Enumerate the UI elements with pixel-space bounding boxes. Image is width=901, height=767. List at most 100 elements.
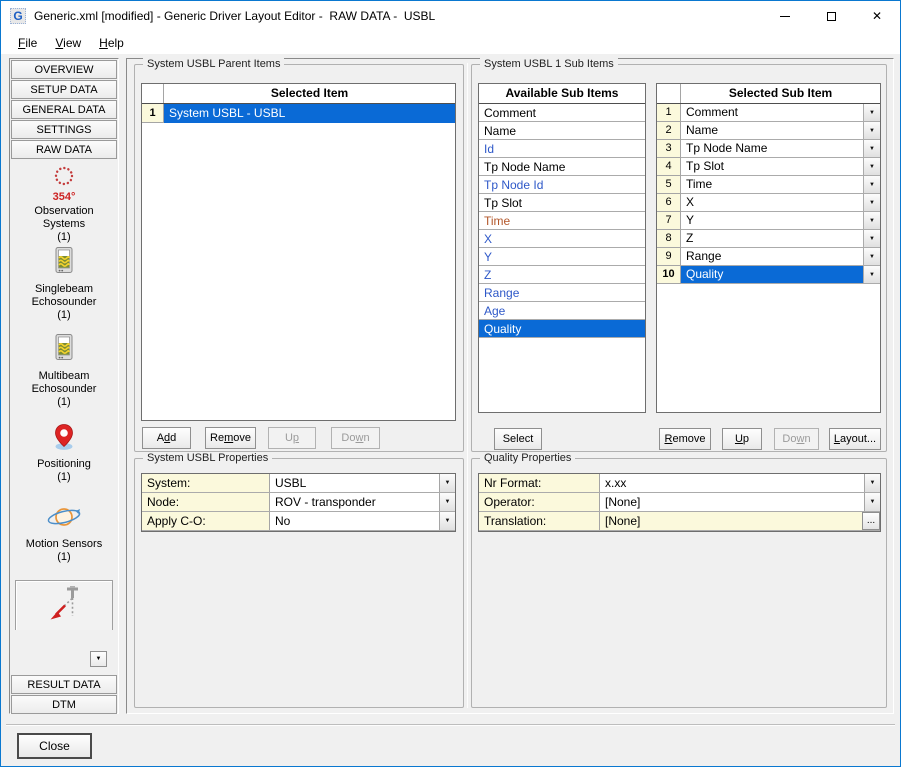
chevron-down-icon: ▼ <box>869 236 875 242</box>
property-row-operator[interactable]: Operator: [None] ▼ <box>479 493 880 512</box>
sidebar-tab-overview[interactable]: OVERVIEW <box>11 60 117 79</box>
chevron-down-icon: ▼ <box>869 128 875 134</box>
property-row-apply-co[interactable]: Apply C-O: No ▼ <box>142 512 455 531</box>
selected-sub-item-row[interactable]: 4 Tp Slot ▼ <box>657 158 880 176</box>
device-multibeam-echosounder[interactable]: Multibeam Echosounder (1) <box>11 325 117 413</box>
close-window-button[interactable]: ✕ <box>854 1 900 31</box>
motion-sensors-icon <box>46 518 82 535</box>
available-sub-item[interactable]: Age <box>479 302 645 320</box>
property-row-system[interactable]: System: USBL ▼ <box>142 474 455 493</box>
property-row-nr-format[interactable]: Nr Format: x.xx ▼ <box>479 474 880 493</box>
selected-sub-item-row[interactable]: 2 Name ▼ <box>657 122 880 140</box>
chevron-down-icon[interactable]: ▼ <box>439 493 455 511</box>
available-sub-item[interactable]: Name <box>479 122 645 140</box>
chevron-down-icon[interactable]: ▼ <box>864 493 880 511</box>
row-dropdown-button[interactable]: ▼ <box>863 212 880 230</box>
sidebar-tab-result-data[interactable]: RESULT DATA <box>11 675 117 694</box>
device-positioning[interactable]: Positioning (1) <box>11 413 117 493</box>
sidebar-tab-raw-data[interactable]: RAW DATA <box>11 140 117 159</box>
property-row-translation[interactable]: Translation: [None] ... <box>479 512 880 531</box>
device-observation-systems[interactable]: 354° Observation Systems (1) <box>11 160 117 240</box>
parent-items-group: System USBL Parent Items Selected Item 1… <box>134 64 464 452</box>
device-list-scroll-down-button[interactable]: ▼ <box>90 651 107 667</box>
selected-sub-item-row[interactable]: 6 X ▼ <box>657 194 880 212</box>
sidebar-tab-setup-data[interactable]: SETUP DATA <box>11 80 117 99</box>
close-icon: ✕ <box>872 9 882 23</box>
parent-up-button[interactable]: Up <box>268 427 316 449</box>
chevron-down-icon[interactable]: ▼ <box>439 512 455 530</box>
parent-add-button[interactable]: Add <box>142 427 191 449</box>
menu-help[interactable]: Help <box>90 34 133 52</box>
selected-sub-item-row[interactable]: 10 Quality ▼ <box>657 266 880 284</box>
sub-up-button[interactable]: Up <box>722 428 762 450</box>
available-sub-item[interactable]: Range <box>479 284 645 302</box>
maximize-button[interactable] <box>808 1 854 31</box>
row-dropdown-button[interactable]: ▼ <box>863 158 880 176</box>
device-singlebeam-echosounder[interactable]: Singlebeam Echosounder (1) <box>11 240 117 325</box>
system-dropdown[interactable]: USBL ▼ <box>270 474 455 492</box>
available-sub-item[interactable]: Tp Slot <box>479 194 645 212</box>
device-motion-sensors[interactable]: Motion Sensors (1) <box>11 493 117 580</box>
selected-sub-item-row[interactable]: 8 Z ▼ <box>657 230 880 248</box>
apply-co-dropdown[interactable]: No ▼ <box>270 512 455 530</box>
property-row-node[interactable]: Node: ROV - transponder ▼ <box>142 493 455 512</box>
selected-sub-item-row[interactable]: 1 Comment ▼ <box>657 104 880 122</box>
parent-remove-button[interactable]: Remove <box>205 427 256 449</box>
operator-dropdown[interactable]: [None] ▼ <box>600 493 880 511</box>
available-sub-item[interactable]: Comment <box>479 104 645 122</box>
close-button[interactable]: Close <box>17 733 92 759</box>
available-sub-items-list[interactable]: Available Sub Items Comment Name Id Tp N… <box>478 83 646 413</box>
selected-sub-item-row[interactable]: 5 Time ▼ <box>657 176 880 194</box>
select-button[interactable]: Select <box>494 428 542 450</box>
available-sub-item[interactable]: Time <box>479 212 645 230</box>
row-dropdown-button[interactable]: ▼ <box>863 104 880 122</box>
minimize-button[interactable] <box>762 1 808 31</box>
layout-button[interactable]: Layout... <box>829 428 881 450</box>
singlebeam-echosounder-icon <box>51 263 77 280</box>
available-sub-item[interactable]: X <box>479 230 645 248</box>
row-dropdown-button[interactable]: ▼ <box>863 248 880 266</box>
sidebar-tab-general-data[interactable]: GENERAL DATA <box>11 100 117 119</box>
chevron-down-icon: ▼ <box>869 164 875 170</box>
window-controls: ✕ <box>762 1 900 31</box>
chevron-down-icon: ▼ <box>869 272 875 278</box>
selected-sub-item-row[interactable]: 3 Tp Node Name ▼ <box>657 140 880 158</box>
sub-items-group: System USBL 1 Sub Items Available Sub It… <box>471 64 887 452</box>
system-usbl-properties-label: System USBL Properties <box>143 452 272 464</box>
available-sub-item[interactable]: Quality <box>479 320 645 338</box>
row-dropdown-button[interactable]: ▼ <box>863 140 880 158</box>
quality-properties-label: Quality Properties <box>480 452 575 464</box>
row-dropdown-button[interactable]: ▼ <box>863 176 880 194</box>
selected-sub-item-row[interactable]: 9 Range ▼ <box>657 248 880 266</box>
sidebar-tab-dtm[interactable]: DTM <box>11 695 117 714</box>
sub-remove-button[interactable]: Remove <box>659 428 711 450</box>
available-sub-item[interactable]: Tp Node Id <box>479 176 645 194</box>
nr-format-dropdown[interactable]: x.xx ▼ <box>600 474 880 492</box>
parent-item-row[interactable]: 1 System USBL - USBL <box>142 104 455 123</box>
parent-down-button[interactable]: Down <box>331 427 380 449</box>
row-dropdown-button[interactable]: ▼ <box>863 194 880 212</box>
translation-ellipsis-button[interactable]: ... <box>862 512 880 530</box>
available-sub-item[interactable]: Id <box>479 140 645 158</box>
menu-file[interactable]: File <box>9 34 46 52</box>
available-sub-item[interactable]: Y <box>479 248 645 266</box>
node-dropdown[interactable]: ROV - transponder ▼ <box>270 493 455 511</box>
quality-properties-group: Quality Properties Nr Format: x.xx ▼ Ope… <box>471 458 887 708</box>
available-sub-item[interactable]: Tp Node Name <box>479 158 645 176</box>
selected-sub-item-row[interactable]: 7 Y ▼ <box>657 212 880 230</box>
main-panel: System USBL Parent Items Selected Item 1… <box>126 58 894 714</box>
chevron-down-icon: ▼ <box>96 656 102 662</box>
selected-sub-items-table[interactable]: Selected Sub Item 1 Comment ▼ 2 Name ▼ 3… <box>656 83 881 413</box>
sidebar-tab-settings[interactable]: SETTINGS <box>11 120 117 139</box>
device-usbl[interactable]: USBL (1) <box>15 580 113 630</box>
chevron-down-icon[interactable]: ▼ <box>864 474 880 492</box>
chevron-down-icon[interactable]: ▼ <box>439 474 455 492</box>
parent-items-table[interactable]: Selected Item 1 System USBL - USBL <box>141 83 456 421</box>
menu-view[interactable]: View <box>46 34 90 52</box>
row-dropdown-button[interactable]: ▼ <box>863 230 880 248</box>
sub-down-button[interactable]: Down <box>774 428 819 450</box>
row-dropdown-button[interactable]: ▼ <box>863 122 880 140</box>
system-usbl-properties-table: System: USBL ▼ Node: ROV - transponder ▼… <box>141 473 456 532</box>
row-dropdown-button[interactable]: ▼ <box>863 266 880 284</box>
available-sub-item[interactable]: Z <box>479 266 645 284</box>
